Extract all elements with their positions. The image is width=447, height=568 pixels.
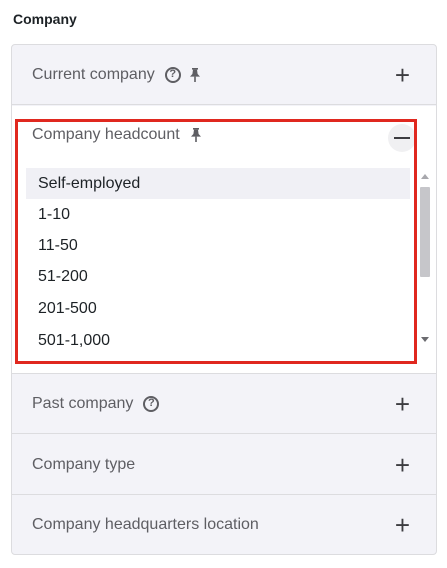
filter-row-company-hq-location[interactable]: Company headquarters location + [12, 495, 436, 555]
option-501-1000[interactable]: 501-1,000 [26, 325, 410, 349]
pin-icon[interactable] [189, 67, 201, 82]
option-11-50[interactable]: 11-50 [26, 230, 410, 261]
company-headcount-dropdown: Company headcount Self-employed 1-10 11-… [11, 106, 437, 374]
filter-row-past-company[interactable]: Past company ? + [12, 374, 436, 434]
help-icon[interactable]: ? [143, 395, 160, 412]
filter-row-current-company[interactable]: Current company ? + [12, 45, 436, 105]
filter-label-company-type: Company type [32, 455, 136, 473]
filter-label-company-headcount: Company headcount [32, 126, 180, 143]
pin-icon[interactable] [190, 128, 202, 142]
filter-label-current-company: Current company [32, 65, 155, 83]
company-filter-page: Company Current company ? + Past company [0, 0, 447, 568]
collapse-company-headcount-button[interactable] [388, 124, 416, 152]
divider [11, 373, 437, 374]
filter-label-company-hq-location: Company headquarters location [32, 516, 259, 533]
help-icon[interactable]: ? [164, 66, 181, 83]
expand-past-company-button[interactable]: + [395, 391, 410, 417]
section-title: Company [13, 11, 77, 27]
expand-company-type-button[interactable]: + [395, 452, 410, 478]
options-scrollbar[interactable] [419, 172, 431, 344]
filter-label-past-company: Past company [32, 394, 134, 412]
option-1-10[interactable]: 1-10 [26, 199, 410, 230]
expand-company-hq-location-button[interactable]: + [395, 512, 410, 538]
option-51-200[interactable]: 51-200 [26, 261, 410, 292]
scroll-up-arrow-icon[interactable] [421, 174, 429, 179]
scroll-thumb[interactable] [420, 187, 430, 277]
minus-icon [394, 137, 410, 139]
scroll-down-arrow-icon[interactable] [421, 337, 429, 342]
company-headcount-header[interactable]: Company headcount [32, 126, 202, 144]
filter-row-company-type[interactable]: Company type + [12, 435, 436, 495]
headcount-options-list[interactable]: Self-employed 1-10 11-50 51-200 201-500 … [26, 166, 422, 348]
option-201-500[interactable]: 201-500 [26, 293, 410, 324]
option-self-employed[interactable]: Self-employed [26, 168, 410, 199]
expand-current-company-button[interactable]: + [395, 62, 410, 88]
